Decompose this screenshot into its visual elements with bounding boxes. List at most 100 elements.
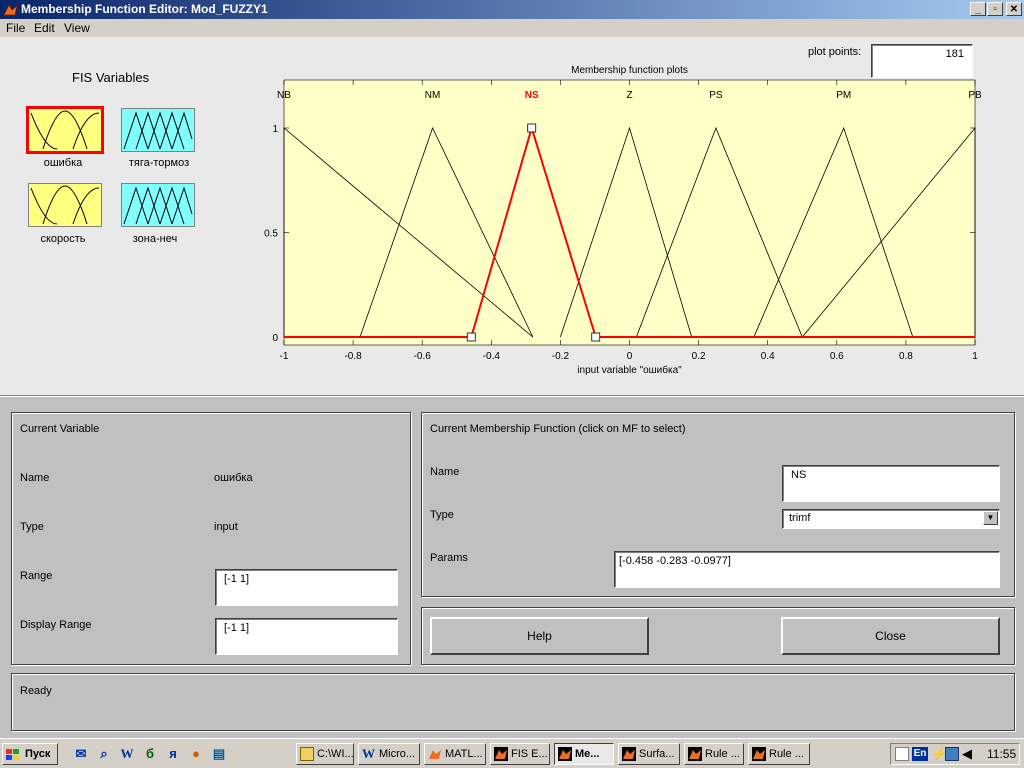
matlab-icon	[752, 747, 766, 761]
language-indicator[interactable]: En	[912, 747, 928, 761]
buttons-panel: Help Close	[421, 607, 1015, 665]
menu-bar: File Edit View	[0, 19, 1024, 37]
fis-var-label-speed: скорость	[40, 233, 86, 245]
quicklaunch-dictionary-icon[interactable]: я	[165, 746, 181, 762]
fis-var-zone[interactable]	[121, 183, 195, 227]
quicklaunch-desktop-icon[interactable]: ▤	[211, 746, 227, 762]
y-tick-label: 0.5	[264, 229, 278, 240]
x-tick-label: -0.2	[552, 351, 570, 362]
title-bar: Membership Function Editor: Mod_FUZZY1 _…	[0, 0, 1024, 19]
section-divider	[0, 395, 1024, 397]
menu-file[interactable]: File	[6, 21, 25, 35]
task-label: Micro...	[379, 748, 416, 760]
display-range-input[interactable]: [-1 1]	[215, 618, 398, 655]
system-tray: En ⚡ ◀ 11:55	[890, 743, 1020, 765]
variable-type-label: Type	[20, 521, 44, 533]
mf-label-pm: PM	[836, 90, 851, 101]
quicklaunch-word-icon[interactable]: W	[119, 746, 135, 762]
task-label: Rule ...	[769, 748, 804, 760]
plot-points-label: plot points:	[808, 46, 862, 58]
x-tick-label: -1	[280, 351, 289, 362]
task-fis-editor[interactable]: FIS E...	[490, 743, 550, 765]
fis-variables-title: FIS Variables	[72, 70, 150, 85]
task-rule-editor[interactable]: Rule ...	[684, 743, 744, 765]
quicklaunch-media-icon[interactable]: ●	[188, 746, 204, 762]
matlab-icon	[3, 4, 18, 16]
mf-label-nb: NB	[277, 90, 291, 101]
menu-view[interactable]: View	[64, 21, 90, 35]
chevron-down-icon[interactable]: ▼	[983, 511, 998, 525]
current-mf-title: Current Membership Function (click on MF…	[430, 423, 686, 435]
scheduler-icon[interactable]	[895, 747, 909, 761]
current-variable-title: Current Variable	[20, 423, 100, 435]
task-label: Surfa...	[639, 748, 675, 760]
plot-area: plot points: 181 FIS Variables ошибка тя…	[0, 37, 1024, 395]
display-range-label: Display Range	[20, 619, 92, 631]
mf-drag-handle[interactable]	[466, 332, 476, 342]
y-tick-label: 0	[272, 333, 278, 344]
quicklaunch-outlook-icon[interactable]: ✉	[73, 746, 89, 762]
chart-title: Membership function plots	[571, 65, 688, 76]
x-tick-label: -0.4	[483, 351, 501, 362]
mf-label-ps: PS	[709, 90, 723, 101]
mf-thumbnail-icon	[30, 110, 100, 150]
x-tick-label: 0	[627, 351, 633, 362]
task-mf-editor[interactable]: Me...	[554, 743, 614, 765]
network-icon[interactable]	[945, 747, 959, 761]
quicklaunch-search-icon[interactable]: ⌕	[96, 746, 112, 762]
range-label: Range	[20, 570, 53, 582]
window-title: Membership Function Editor: Mod_FUZZY1	[21, 2, 268, 16]
mf-drag-handle[interactable]	[591, 332, 601, 342]
mf-drag-handle[interactable]	[527, 123, 537, 133]
mf-label-ns: NS	[525, 90, 539, 101]
mf-thumbnail-icon	[30, 185, 100, 225]
mf-name-input[interactable]: NS	[782, 465, 1000, 502]
close-button[interactable]: Close	[781, 617, 1000, 655]
mf-type-select[interactable]: trimf ▼	[782, 509, 1000, 529]
task-explorer[interactable]: C:\WI...	[296, 743, 354, 765]
current-variable-panel: Current Variable Name ошибка Type input …	[11, 412, 411, 665]
volume-icon[interactable]: ◀	[962, 746, 972, 762]
start-button[interactable]: Пуск	[2, 743, 58, 765]
mf-type-label: Type	[430, 509, 454, 521]
mf-params-input[interactable]: [-0.458 -0.283 -0.0977]	[614, 551, 1000, 588]
membership-function-chart[interactable]: Membership function plots -1 -0.8 -0.6 -0.4 -…	[260, 62, 1000, 382]
quicklaunch-app-icon[interactable]: б	[142, 746, 158, 762]
maximize-button[interactable]: ▫	[987, 2, 1003, 16]
taskbar: Пуск ✉ ⌕ W б я ● ▤ C:\WI... W Micro... M…	[0, 738, 1024, 768]
variable-name-value: ошибка	[214, 472, 253, 484]
matlab-icon	[558, 747, 572, 761]
x-tick-label: 0.2	[692, 351, 706, 362]
mf-label-nm: NM	[425, 90, 441, 101]
menu-edit[interactable]: Edit	[34, 21, 55, 35]
task-label: C:\WI...	[317, 748, 354, 760]
current-mf-panel: Current Membership Function (click on MF…	[421, 412, 1015, 597]
minimize-button[interactable]: _	[970, 2, 986, 16]
task-word[interactable]: W Micro...	[358, 743, 420, 765]
mf-params-label: Params	[430, 552, 468, 564]
x-tick-label: 1	[972, 351, 978, 362]
range-input[interactable]: [-1 1]	[215, 569, 398, 606]
fis-var-thrust-brake[interactable]	[121, 108, 195, 152]
y-tick-label: 1	[272, 124, 278, 135]
variable-type-value: input	[214, 521, 238, 533]
x-axis-label: input variable "ошибка"	[577, 364, 682, 376]
status-panel: Ready	[11, 673, 1015, 731]
start-label: Пуск	[25, 748, 51, 760]
matlab-icon	[429, 750, 441, 759]
x-tick-label: 0.6	[830, 351, 844, 362]
task-matlab[interactable]: MATL...	[424, 743, 486, 765]
fis-var-label-thrust-brake: тяга-тормоз	[128, 157, 190, 169]
task-label: FIS E...	[511, 748, 548, 760]
task-surface-viewer[interactable]: Surfa...	[618, 743, 680, 765]
x-tick-label: -0.8	[344, 351, 362, 362]
task-label: MATL...	[445, 748, 483, 760]
help-button[interactable]: Help	[430, 617, 649, 655]
fis-var-speed[interactable]	[28, 183, 102, 227]
close-window-button[interactable]: ✕	[1006, 2, 1022, 16]
matlab-icon	[494, 747, 508, 761]
matlab-icon	[688, 747, 702, 761]
fis-var-error[interactable]	[26, 106, 104, 154]
task-rule-viewer[interactable]: Rule ...	[748, 743, 810, 765]
fis-var-label-error: ошибка	[43, 157, 83, 169]
